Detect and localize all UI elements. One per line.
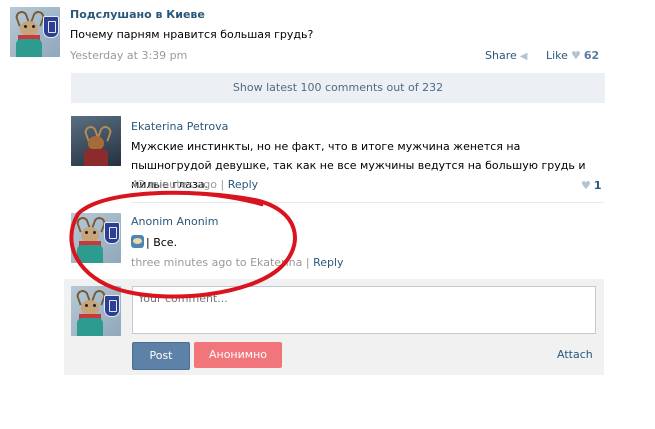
kyiv-shield-icon xyxy=(104,295,120,317)
current-user-avatar[interactable] xyxy=(71,286,121,336)
comment-meta: three minutes ago to Ekaterina | Reply xyxy=(131,256,344,269)
reply-button[interactable]: Reply xyxy=(313,256,343,269)
post-text: Почему парням нравится большая грудь? xyxy=(70,28,314,41)
eye-left xyxy=(85,304,88,307)
kyiv-shield-icon xyxy=(43,16,59,38)
deer-torso xyxy=(77,318,103,336)
comment-avatar-anonim[interactable] xyxy=(71,213,121,263)
like-label: Like xyxy=(546,49,568,62)
share-button[interactable]: Share ◀ xyxy=(485,49,527,62)
comment-author-link[interactable]: Anonim Anonim xyxy=(131,215,218,228)
eye-right xyxy=(93,304,96,307)
megaphone-icon: ◀ xyxy=(519,51,528,62)
attach-button[interactable]: Attach xyxy=(557,348,593,361)
comment-divider xyxy=(131,202,604,203)
post-anonymous-button[interactable]: Анонимно xyxy=(194,342,282,368)
deer-head xyxy=(81,227,99,242)
comment-text-body: | Все. xyxy=(146,236,178,249)
post-avatar[interactable] xyxy=(10,7,60,57)
deer-head xyxy=(81,300,99,315)
deer-torso xyxy=(84,149,108,166)
comment-input[interactable] xyxy=(132,286,596,334)
share-label: Share xyxy=(485,49,517,62)
deer-head xyxy=(88,136,104,150)
meta-separator: | xyxy=(220,178,225,191)
comment-text: | Все. xyxy=(131,233,591,252)
comment-like-button[interactable]: ♥ 1 xyxy=(581,179,602,192)
show-more-comments-button[interactable]: Show latest 100 comments out of 232 xyxy=(71,73,605,103)
meta-separator: | xyxy=(305,256,310,269)
eye-right xyxy=(93,231,96,234)
comment-meta: 42 minutes ago | Reply xyxy=(131,178,258,191)
post-comment-button[interactable]: Post xyxy=(132,342,190,370)
like-button[interactable]: Like ♥ 62 xyxy=(546,49,599,62)
comment-author-link[interactable]: Ekaterina Petrova xyxy=(131,120,228,133)
eye-right xyxy=(32,25,35,28)
post-author-link[interactable]: Подслушано в Киеве xyxy=(70,8,205,21)
deer-head xyxy=(20,21,38,36)
eye-left xyxy=(85,231,88,234)
heart-icon: ♥ xyxy=(570,49,581,62)
comment-avatar-ekaterina[interactable] xyxy=(71,116,121,166)
post-timestamp[interactable]: Yesterday at 3:39 pm xyxy=(70,49,187,62)
emoji-icon xyxy=(131,235,144,248)
kyiv-shield-icon xyxy=(104,222,120,244)
comment-like-count: 1 xyxy=(593,179,602,192)
deer-torso xyxy=(16,39,42,57)
reply-button[interactable]: Reply xyxy=(228,178,258,191)
comment-timestamp[interactable]: 42 minutes ago xyxy=(131,178,217,191)
heart-icon: ♥ xyxy=(581,179,591,192)
eye-left xyxy=(24,25,27,28)
comment-timestamp[interactable]: three minutes ago to Ekaterina xyxy=(131,256,302,269)
deer-torso xyxy=(77,245,103,263)
like-count: 62 xyxy=(583,49,600,62)
